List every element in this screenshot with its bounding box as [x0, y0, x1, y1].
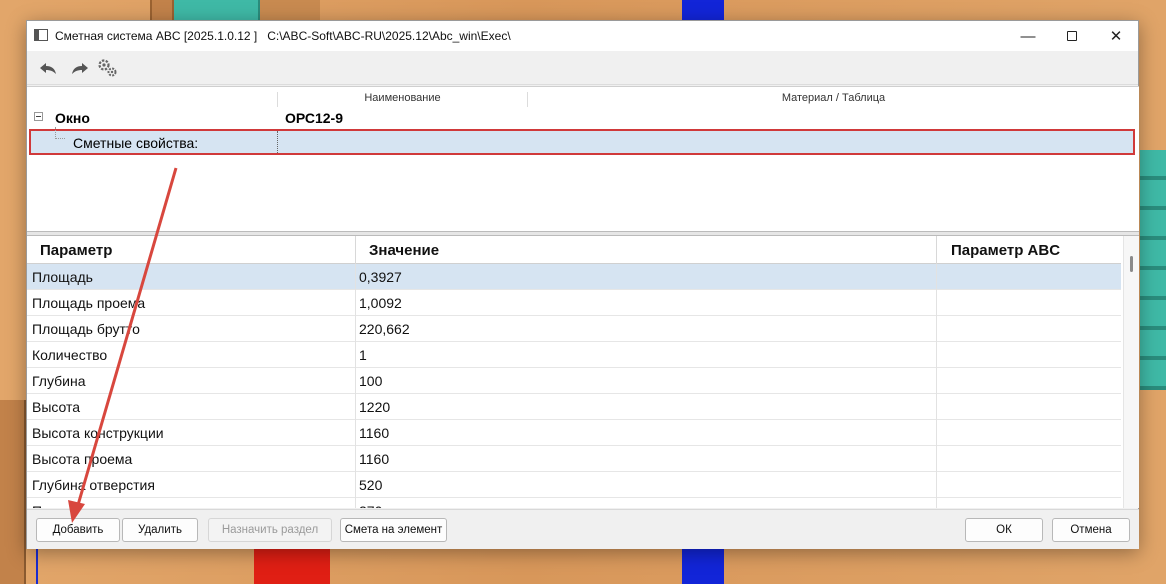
- tree-connector-line: [55, 127, 65, 139]
- value-cell[interactable]: 220,662: [356, 316, 937, 342]
- grid-header: Параметр Значение Параметр ABC: [27, 236, 1121, 264]
- tree-node-label: Сметные свойства:: [73, 135, 199, 151]
- table-row[interactable]: П 270: [27, 498, 1121, 508]
- table-row[interactable]: Высота 1220: [27, 394, 1121, 420]
- param-cell: Количество: [27, 342, 356, 368]
- redo-icon[interactable]: [69, 57, 91, 79]
- abc-param-cell[interactable]: [937, 472, 1121, 498]
- param-cell: Высота: [27, 394, 356, 420]
- background-blue-element: [682, 0, 724, 22]
- background-glass-pane: [174, 0, 260, 22]
- param-cell: Площадь брутто: [27, 316, 356, 342]
- abc-param-cell[interactable]: [937, 420, 1121, 446]
- estimate-dialog: Сметная система ABC [2025.1.0.12 ] C:\AB…: [26, 20, 1139, 549]
- abc-param-cell[interactable]: [937, 446, 1121, 472]
- element-tree: Наименование Материал / Таблица Окно ОРС…: [27, 86, 1139, 231]
- vertical-scrollbar[interactable]: [1123, 236, 1139, 508]
- button-bar: Добавить Удалить Назначить раздел Смета …: [27, 509, 1139, 549]
- window-title: Сметная система ABC [2025.1.0.12 ] C:\AB…: [55, 29, 511, 43]
- param-cell: Площадь: [27, 264, 356, 290]
- grid-body: Площадь 0,3927 Площадь проема 1,0092 Пло…: [27, 264, 1121, 508]
- column-header-abc-param[interactable]: Параметр ABC: [937, 236, 1121, 264]
- minimize-button[interactable]: —: [1005, 21, 1051, 51]
- abc-param-cell[interactable]: [937, 264, 1121, 290]
- abc-param-cell[interactable]: [937, 394, 1121, 420]
- value-cell[interactable]: 1160: [356, 420, 937, 446]
- value-cell[interactable]: 1160: [356, 446, 937, 472]
- background-glass-pane: [1140, 150, 1166, 390]
- param-cell: Глубина отверстия: [27, 472, 356, 498]
- background-red-element: [254, 548, 330, 584]
- column-header-param[interactable]: Параметр: [27, 236, 356, 264]
- assign-section-button[interactable]: Назначить раздел: [208, 518, 332, 542]
- column-header-value[interactable]: Значение: [356, 236, 937, 264]
- value-cell[interactable]: 1: [356, 342, 937, 368]
- tree-node-label: Окно: [55, 110, 90, 126]
- minimize-icon: —: [1020, 27, 1036, 45]
- maximize-button[interactable]: [1049, 21, 1095, 51]
- tree-header-name[interactable]: Наименование: [277, 92, 527, 107]
- collapse-icon[interactable]: [34, 112, 43, 121]
- param-cell: Глубина: [27, 368, 356, 394]
- param-cell: П: [27, 498, 356, 508]
- background-blue-element: [682, 548, 724, 584]
- app-icon: [34, 29, 48, 41]
- undo-icon[interactable]: [37, 57, 59, 79]
- settings-icon[interactable]: [97, 57, 119, 79]
- ok-button[interactable]: ОК: [965, 518, 1043, 542]
- maximize-icon: [1067, 31, 1077, 41]
- scrollbar-thumb[interactable]: [1130, 256, 1133, 272]
- table-row[interactable]: Глубина отверстия 520: [27, 472, 1121, 498]
- background-frame-bar: [0, 400, 26, 584]
- abc-param-cell[interactable]: [937, 342, 1121, 368]
- value-cell[interactable]: 520: [356, 472, 937, 498]
- table-row[interactable]: Высота проема 1160: [27, 446, 1121, 472]
- toolbar: [27, 51, 1138, 85]
- background-frame-bar: [150, 0, 174, 22]
- tree-header: Наименование Материал / Таблица: [27, 88, 1139, 107]
- tree-node-name: ОРС12-9: [285, 110, 344, 126]
- abc-param-cell[interactable]: [937, 498, 1121, 508]
- title-bar[interactable]: Сметная система ABC [2025.1.0.12 ] C:\AB…: [27, 21, 1138, 51]
- tree-node-estimate-properties[interactable]: Сметные свойства:: [29, 127, 1135, 155]
- table-row[interactable]: Площадь 0,3927: [27, 264, 1121, 290]
- table-row[interactable]: Высота конструкции 1160: [27, 420, 1121, 446]
- column-divider: [277, 131, 278, 153]
- delete-button[interactable]: Удалить: [122, 518, 198, 542]
- param-cell: Площадь проема: [27, 290, 356, 316]
- add-button[interactable]: Добавить: [36, 518, 120, 542]
- abc-param-cell[interactable]: [937, 290, 1121, 316]
- table-row[interactable]: Площадь проема 1,0092: [27, 290, 1121, 316]
- background-blue-line: [36, 548, 38, 584]
- tree-node-window[interactable]: Окно ОРС12-9: [27, 107, 1139, 127]
- param-cell: Высота конструкции: [27, 420, 356, 446]
- table-row[interactable]: Количество 1: [27, 342, 1121, 368]
- value-cell[interactable]: 1220: [356, 394, 937, 420]
- value-cell[interactable]: 270: [356, 498, 937, 508]
- parameters-grid: Параметр Значение Параметр ABC Площадь 0…: [27, 236, 1139, 508]
- param-cell: Высота проема: [27, 446, 356, 472]
- value-cell[interactable]: 0,3927: [356, 264, 937, 290]
- tree-header-material[interactable]: Материал / Таблица: [527, 92, 1139, 107]
- table-row[interactable]: Глубина 100: [27, 368, 1121, 394]
- value-cell[interactable]: 1,0092: [356, 290, 937, 316]
- abc-param-cell[interactable]: [937, 368, 1121, 394]
- close-icon: ✕: [1109, 28, 1123, 45]
- close-button[interactable]: ✕: [1093, 21, 1139, 51]
- abc-param-cell[interactable]: [937, 316, 1121, 342]
- background-frame-bar: [260, 0, 320, 22]
- cancel-button[interactable]: Отмена: [1052, 518, 1130, 542]
- estimate-on-element-button[interactable]: Смета на элемент: [340, 518, 447, 542]
- table-row[interactable]: Площадь брутто 220,662: [27, 316, 1121, 342]
- value-cell[interactable]: 100: [356, 368, 937, 394]
